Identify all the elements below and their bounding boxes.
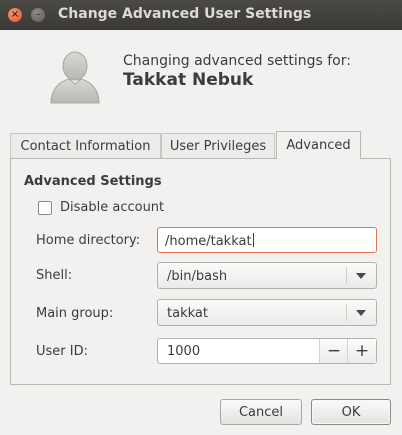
home-directory-label: Home directory: (36, 233, 141, 248)
user-id-spinner[interactable]: 1000 − + (157, 338, 377, 364)
window-title: Change Advanced User Settings (58, 6, 312, 22)
dropdown-separator (346, 267, 347, 284)
header-subtitle: Changing advanced settings for: (123, 53, 351, 69)
minus-icon[interactable]: − (319, 339, 348, 363)
tab-user-privileges[interactable]: User Privileges (161, 133, 275, 158)
ok-button[interactable]: OK (311, 399, 391, 425)
disable-account-checkbox[interactable] (38, 201, 52, 215)
shell-label: Shell: (36, 268, 73, 283)
main-group-label: Main group: (36, 306, 114, 321)
chevron-down-icon (356, 273, 366, 279)
user-name: Takkat Nebuk (123, 70, 254, 90)
dropdown-separator (346, 304, 347, 321)
shell-dropdown[interactable]: /bin/bash (157, 262, 377, 289)
shell-value: /bin/bash (167, 269, 228, 284)
tab-advanced[interactable]: Advanced (276, 131, 361, 159)
plus-icon[interactable]: + (347, 339, 376, 363)
minimize-icon[interactable]: – (31, 8, 45, 22)
home-directory-value: /home/takkat (165, 234, 252, 249)
user-avatar-icon (50, 51, 100, 104)
chevron-down-icon (356, 310, 366, 316)
window-titlebar[interactable]: × – Change Advanced User Settings (0, 0, 402, 30)
disable-account-label[interactable]: Disable account (60, 200, 164, 215)
user-id-value: 1000 (167, 344, 201, 359)
user-id-label: User ID: (36, 344, 88, 359)
close-icon[interactable]: × (8, 8, 22, 22)
main-group-dropdown[interactable]: takkat (157, 299, 377, 326)
tab-contact-information[interactable]: Contact Information (10, 133, 161, 158)
text-cursor (252, 233, 254, 247)
main-group-value: takkat (167, 306, 208, 321)
section-title: Advanced Settings (24, 174, 162, 189)
home-directory-input[interactable]: /home/takkat (157, 227, 377, 253)
cancel-button[interactable]: Cancel (220, 399, 302, 425)
